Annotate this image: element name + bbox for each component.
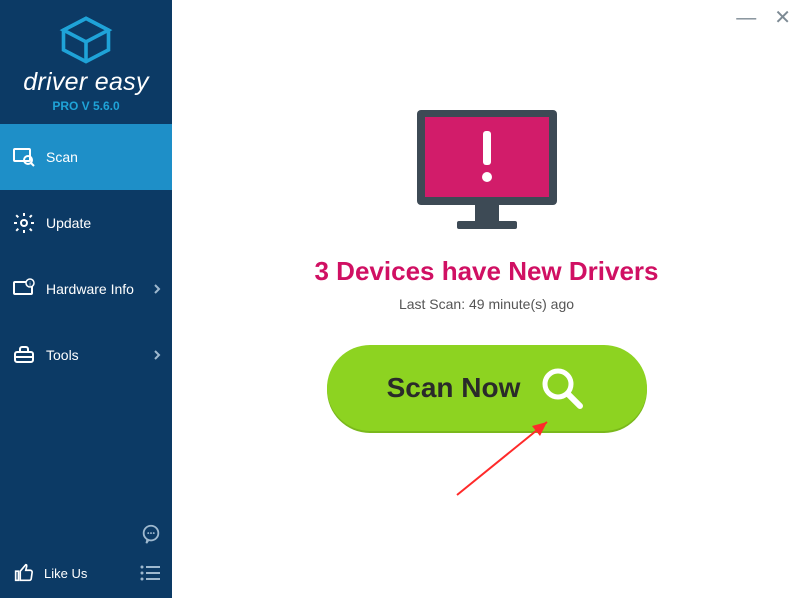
bottom-bar: Like Us	[0, 548, 172, 598]
sidebar-item-tools[interactable]: Tools	[0, 322, 172, 388]
magnifier-icon	[538, 364, 586, 412]
like-us-button[interactable]: Like Us	[44, 566, 87, 581]
menu-icon[interactable]	[140, 565, 160, 581]
monitor-alert-icon	[407, 105, 567, 240]
status-graphic	[172, 105, 801, 240]
status-text: 3 Devices have New Drivers	[172, 256, 801, 287]
thumbs-up-icon	[12, 562, 34, 584]
logo-area: driver easy PRO V 5.6.0	[0, 0, 172, 124]
sidebar-item-scan[interactable]: Scan	[0, 124, 172, 190]
sidebar-item-hardware[interactable]: i Hardware Info	[0, 256, 172, 322]
app-window: driver easy PRO V 5.6.0 Scan Update	[0, 0, 801, 598]
chevron-right-icon	[152, 350, 162, 360]
svg-text:i: i	[29, 282, 30, 288]
feedback-button[interactable]	[140, 523, 162, 550]
monitor-scan-icon	[12, 145, 36, 169]
monitor-info-icon: i	[12, 277, 36, 301]
sidebar-item-update[interactable]: Update	[0, 190, 172, 256]
scan-now-label: Scan Now	[387, 372, 521, 404]
chevron-right-icon	[152, 284, 162, 294]
close-button[interactable]: ✕	[774, 8, 791, 28]
toolbox-icon	[12, 343, 36, 367]
sidebar-item-label: Hardware Info	[46, 281, 134, 297]
main-panel: — ✕ 3 Devices have New Drivers Last Scan…	[172, 0, 801, 598]
logo-icon	[59, 16, 113, 64]
sidebar: driver easy PRO V 5.6.0 Scan Update	[0, 0, 172, 598]
sidebar-item-label: Tools	[46, 347, 79, 363]
version-label: PRO V 5.6.0	[52, 99, 119, 113]
minimize-button[interactable]: —	[736, 8, 756, 28]
sidebar-item-label: Scan	[46, 149, 78, 165]
speech-bubble-icon	[140, 523, 162, 545]
logo-text: driver easy	[23, 68, 149, 97]
sidebar-item-label: Update	[46, 215, 91, 231]
last-scan-text: Last Scan: 49 minute(s) ago	[172, 296, 801, 312]
window-controls: — ✕	[736, 8, 791, 28]
gear-icon	[12, 211, 36, 235]
nav: Scan Update i Hardware Info	[0, 124, 172, 548]
scan-now-button[interactable]: Scan Now	[327, 345, 647, 431]
